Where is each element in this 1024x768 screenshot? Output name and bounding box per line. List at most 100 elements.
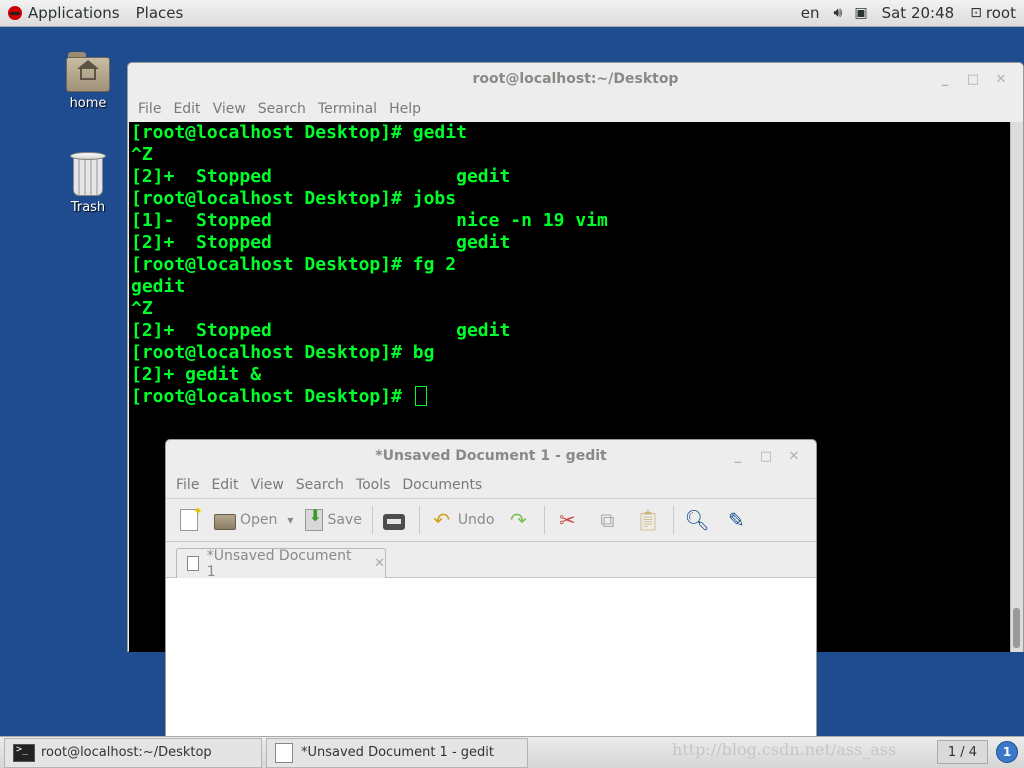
network-icon[interactable]: ▣ [848,5,873,21]
gedit-icon [275,742,293,763]
terminal-menu-edit[interactable]: Edit [167,101,206,117]
user-icon: ⊡ [970,5,982,21]
save-button[interactable]: Save [299,504,367,536]
terminal-titlebar[interactable]: root@localhost:~/Desktop _ □ ✕ [128,63,1023,95]
terminal-prompt-line: [root@localhost Desktop]# [131,386,1009,408]
gedit-menu-file[interactable]: File [170,477,205,493]
close-icon[interactable]: ✕ [987,72,1015,87]
terminal-menu-search[interactable]: Search [252,101,312,117]
clipboard-icon: 📋︎ [635,508,661,532]
terminal-title: root@localhost:~/Desktop [472,71,679,87]
redo-button[interactable]: ↷ [500,504,540,536]
open-folder-icon [214,514,236,530]
find-replace-button[interactable]: ✎ [718,504,758,536]
terminal-line: [2]+ Stopped gedit [131,320,511,341]
new-document-button[interactable] [174,504,208,536]
minimize-icon[interactable]: _ [724,449,752,464]
gedit-window[interactable]: *Unsaved Document 1 - gedit _ □ ✕ File E… [165,439,817,738]
gedit-text-area[interactable] [166,578,816,738]
top-panel-status-area: en 🔊︎ ▣ Sat 20:48 ⊡ root [793,0,1024,27]
print-button[interactable] [377,504,415,536]
desktop-icon-home-label: home [69,96,107,111]
terminal-line: [1]- Stopped nice -n 19 vim [131,210,608,231]
gedit-menu-tools[interactable]: Tools [350,477,397,493]
document-tab-label: *Unsaved Document 1 [206,547,352,580]
terminal-menu-view[interactable]: View [207,101,252,117]
toolbar-separator [673,506,675,534]
save-icon [305,506,324,531]
terminal-line: gedit [131,276,186,297]
taskbar-item-terminal[interactable]: root@localhost:~/Desktop [4,737,262,768]
find-button[interactable]: 🔍︎ [678,504,718,536]
terminal-line: [root@localhost Desktop]# bg [131,342,435,363]
terminal-menu-file[interactable]: File [132,101,167,117]
notification-icon[interactable]: 1 [996,741,1018,763]
taskbar-item-gedit[interactable]: *Unsaved Document 1 - gedit [266,737,528,768]
terminal-icon [13,743,35,762]
copy-button[interactable]: ⧉ [589,504,629,536]
desktop-icon-trash[interactable]: Trash [58,150,118,215]
terminal-menubar: File Edit View Search Terminal Help [128,95,1023,123]
redo-icon: ↷ [510,508,527,532]
user-label: root [985,4,1016,22]
save-label: Save [327,512,362,528]
terminal-scroll-thumb[interactable] [1013,608,1020,648]
close-icon[interactable]: ✕ [374,556,385,571]
maximize-icon[interactable]: □ [752,449,780,464]
places-menu[interactable]: Places [128,0,192,27]
maximize-icon[interactable]: □ [959,72,987,87]
desktop-icon-home[interactable]: home [58,52,118,111]
terminal-menu-terminal[interactable]: Terminal [312,101,383,117]
undo-icon: ↶ [433,508,451,532]
keyboard-layout-indicator[interactable]: en [793,0,828,27]
gedit-titlebar[interactable]: *Unsaved Document 1 - gedit _ □ ✕ [166,440,816,472]
top-panel: Applications Places en 🔊︎ ▣ Sat 20:48 ⊡ … [0,0,1024,27]
scissors-icon: ✂ [559,508,576,532]
terminal-line: [root@localhost Desktop]# fg 2 [131,254,457,275]
gedit-toolbar: Open ▾ Save ↶ Undo ↷ ✂ ⧉ 📋︎ 🔍︎ [166,498,816,542]
terminal-menu-help[interactable]: Help [383,101,427,117]
paste-button[interactable]: 📋︎ [629,504,669,536]
gedit-menubar: File Edit View Search Tools Documents [166,472,816,498]
terminal-line: [root@localhost Desktop]# gedit [131,122,467,143]
applications-menu[interactable]: Applications [0,0,128,27]
terminal-scrollbar[interactable] [1010,122,1023,652]
terminal-line: ^Z [131,298,153,319]
trash-icon [70,150,106,196]
workspace-label: 1 / 4 [947,744,977,760]
taskbar-item-terminal-label: root@localhost:~/Desktop [41,745,212,760]
document-tab[interactable]: *Unsaved Document 1 ✕ [176,547,386,580]
gedit-title: *Unsaved Document 1 - gedit [375,448,607,464]
gedit-menu-documents[interactable]: Documents [396,477,488,493]
gedit-menu-view[interactable]: View [245,477,290,493]
notification-count: 1 [1002,745,1012,759]
terminal-line: [2]+ Stopped gedit [131,166,511,187]
keyboard-layout-label: en [800,4,820,22]
terminal-line: [2]+ gedit & [131,364,262,385]
volume-icon[interactable]: 🔊︎ [828,5,849,21]
chevron-down-icon[interactable]: ▾ [287,513,293,527]
toolbar-separator [371,506,373,534]
close-icon[interactable]: ✕ [780,449,808,464]
terminal-prompt: [root@localhost Desktop]# [131,386,413,407]
gedit-menu-search[interactable]: Search [290,477,350,493]
minimize-icon[interactable]: _ [931,72,959,87]
terminal-cursor [414,386,427,406]
applications-label: Applications [28,4,120,22]
open-button[interactable]: Open ▾ [208,504,299,536]
new-document-icon [180,504,203,531]
desktop-icon-trash-label: Trash [70,200,106,215]
cut-button[interactable]: ✂ [549,504,589,536]
document-icon [187,556,199,571]
user-menu[interactable]: ⊡ root [962,0,1024,27]
magnifier-icon: 🔍︎ [684,508,710,532]
undo-button[interactable]: ↶ Undo [424,504,501,536]
gedit-menu-edit[interactable]: Edit [205,477,244,493]
toolbar-separator [544,506,546,534]
workspace-switcher[interactable]: 1 / 4 [936,740,988,764]
clock-label: Sat 20:48 [881,4,955,22]
redhat-icon [8,6,22,20]
places-label: Places [135,4,184,22]
clock[interactable]: Sat 20:48 [874,0,963,27]
find-replace-icon: ✎ [728,508,745,532]
